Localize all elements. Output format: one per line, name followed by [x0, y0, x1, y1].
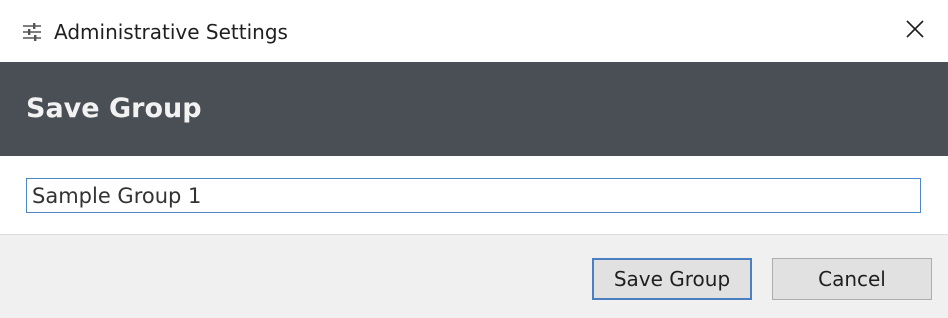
window-title: Administrative Settings [54, 20, 288, 44]
dialog-heading: Save Group [26, 93, 202, 124]
close-button[interactable] [882, 0, 948, 62]
dialog-header: Save Group [0, 62, 948, 156]
dialog-footer: Save Group Cancel [0, 234, 948, 318]
title-bar: Administrative Settings [0, 0, 948, 62]
group-name-input[interactable] [26, 178, 921, 213]
close-icon [905, 19, 925, 43]
save-group-button[interactable]: Save Group [592, 258, 752, 300]
sliders-icon [22, 22, 42, 42]
cancel-button[interactable]: Cancel [772, 258, 932, 300]
dialog-body [0, 156, 948, 234]
dialog-window: Administrative Settings Save Group Save … [0, 0, 948, 318]
